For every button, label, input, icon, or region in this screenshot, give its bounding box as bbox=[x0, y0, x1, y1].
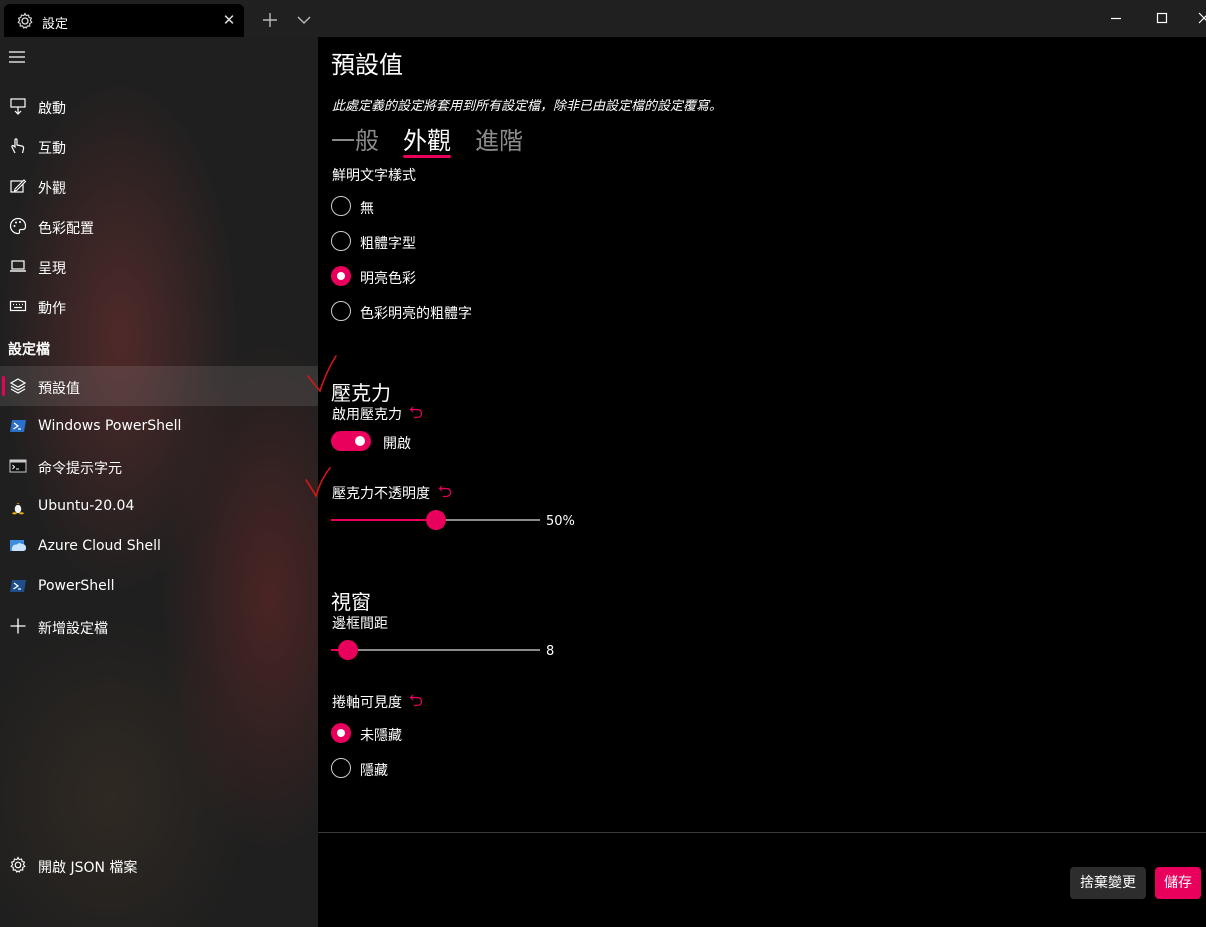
sidebar-item-appearance[interactable]: 外觀 bbox=[0, 166, 318, 206]
padding-value: 8 bbox=[546, 644, 555, 659]
tab-advanced[interactable]: 進階 bbox=[475, 121, 523, 156]
reset-icon[interactable] bbox=[409, 693, 423, 707]
tab-title: 設定 bbox=[42, 17, 69, 32]
hamburger-menu-icon[interactable] bbox=[8, 49, 28, 65]
radio-intense-bright[interactable] bbox=[331, 266, 351, 286]
open-json-file-button[interactable]: 開啟 JSON 檔案 bbox=[0, 845, 318, 885]
page-description: 此處定義的設定將套用到所有設定檔，除非已由設定檔的設定覆寫。 bbox=[332, 99, 723, 114]
sidebar-item-label: 啟動 bbox=[38, 101, 66, 117]
sidebar-item-label: 外觀 bbox=[38, 181, 66, 197]
sidebar-item-azure-cloud-shell[interactable]: Azure Cloud Shell bbox=[0, 526, 318, 566]
gear-icon bbox=[17, 12, 33, 29]
sidebar-item-label: 新增設定檔 bbox=[38, 621, 108, 637]
sidebar-item-interaction[interactable]: 互動 bbox=[0, 126, 318, 166]
startup-icon bbox=[10, 98, 26, 115]
sidebar: 啟動 互動 外觀 色彩配置 呈現 動作 設定檔 預設值 Windows Powe… bbox=[0, 37, 318, 927]
powershell-core-icon bbox=[10, 580, 26, 592]
layers-icon bbox=[9, 378, 27, 394]
radio-scrollbar-visible[interactable] bbox=[331, 723, 351, 743]
sidebar-item-label: PowerShell bbox=[38, 578, 115, 594]
padding-label: 邊框間距 bbox=[332, 616, 388, 632]
radio-label: 色彩明亮的粗體字 bbox=[360, 306, 472, 322]
profiles-header: 設定檔 bbox=[8, 342, 50, 358]
new-tab-plus-icon[interactable] bbox=[258, 8, 282, 32]
sidebar-item-color-schemes[interactable]: 色彩配置 bbox=[0, 206, 318, 246]
sidebar-item-actions[interactable]: 動作 bbox=[0, 286, 318, 326]
radio-label: 隱藏 bbox=[360, 763, 388, 779]
acrylic-opacity-label: 壓克力不透明度 bbox=[332, 486, 430, 502]
rendering-icon bbox=[10, 260, 26, 272]
sidebar-item-defaults[interactable]: 預設值 bbox=[0, 366, 318, 406]
page-title: 預設值 bbox=[331, 51, 403, 79]
reset-icon[interactable] bbox=[409, 405, 423, 419]
open-json-label: 開啟 JSON 檔案 bbox=[38, 860, 138, 876]
keyboard-icon bbox=[9, 300, 27, 312]
acrylic-toggle[interactable] bbox=[331, 431, 371, 451]
enable-acrylic-label: 啟用壓克力 bbox=[332, 407, 402, 423]
palette-icon bbox=[9, 217, 27, 235]
radio-intense-bold-bright[interactable] bbox=[331, 301, 351, 321]
acrylic-opacity-value: 50% bbox=[546, 514, 575, 529]
radio-scrollbar-hidden[interactable] bbox=[331, 758, 351, 778]
radio-label: 未隱藏 bbox=[360, 728, 402, 744]
sidebar-item-startup[interactable]: 啟動 bbox=[0, 86, 318, 126]
sidebar-item-label: 互動 bbox=[38, 141, 66, 157]
checkmark-annotation-icon bbox=[305, 467, 331, 499]
slider-thumb[interactable] bbox=[425, 510, 446, 530]
save-button[interactable]: 儲存 bbox=[1155, 867, 1201, 899]
sidebar-item-label: 色彩配置 bbox=[38, 221, 94, 237]
slider-track bbox=[331, 649, 540, 651]
reset-icon[interactable] bbox=[438, 484, 452, 498]
interaction-icon bbox=[11, 138, 25, 154]
minimize-icon[interactable] bbox=[1104, 6, 1128, 30]
sidebar-item-label: Ubuntu-20.04 bbox=[38, 498, 135, 514]
sidebar-item-ubuntu[interactable]: Ubuntu-20.04 bbox=[0, 486, 318, 526]
cmd-icon bbox=[9, 459, 27, 473]
sidebar-item-label: Azure Cloud Shell bbox=[38, 538, 161, 554]
sidebar-item-powershell[interactable]: PowerShell bbox=[0, 566, 318, 606]
checkmark-annotation-icon bbox=[307, 355, 337, 393]
slider-thumb[interactable] bbox=[337, 640, 358, 660]
chevron-down-icon[interactable] bbox=[294, 10, 314, 30]
radio-label: 粗體字型 bbox=[360, 236, 416, 252]
intense-text-style-label: 鮮明文字樣式 bbox=[332, 168, 416, 184]
appearance-icon bbox=[10, 179, 27, 193]
sidebar-item-label: 命令提示字元 bbox=[38, 461, 122, 477]
maximize-icon[interactable] bbox=[1150, 6, 1174, 30]
radio-label: 無 bbox=[360, 201, 374, 217]
window-section-title: 視窗 bbox=[331, 590, 371, 614]
gear-icon bbox=[10, 856, 26, 873]
sidebar-item-label: 預設值 bbox=[38, 381, 80, 397]
sidebar-item-label: Windows PowerShell bbox=[38, 418, 182, 434]
close-window-icon[interactable] bbox=[1192, 6, 1206, 30]
sidebar-item-label: 動作 bbox=[38, 301, 66, 317]
radio-label: 明亮色彩 bbox=[360, 271, 416, 287]
settings-content: 預設值 此處定義的設定將套用到所有設定檔，除非已由設定檔的設定覆寫。 一般 外觀… bbox=[318, 37, 1206, 927]
sidebar-item-rendering[interactable]: 呈現 bbox=[0, 246, 318, 286]
discard-changes-button[interactable]: 捨棄變更 bbox=[1070, 867, 1146, 899]
tab-general[interactable]: 一般 bbox=[331, 121, 379, 156]
radio-intense-none[interactable] bbox=[331, 196, 351, 216]
azure-icon bbox=[10, 540, 26, 551]
sidebar-item-windows-powershell[interactable]: Windows PowerShell bbox=[0, 406, 318, 446]
tab-appearance[interactable]: 外觀 bbox=[403, 121, 451, 156]
slider-fill bbox=[331, 519, 436, 521]
sidebar-item-add-profile[interactable]: 新增設定檔 bbox=[0, 606, 318, 646]
title-bar: 設定 ✕ bbox=[0, 0, 1206, 37]
footer-divider bbox=[318, 832, 1206, 833]
linux-icon bbox=[12, 499, 24, 515]
plus-icon bbox=[10, 618, 26, 634]
sidebar-item-command-prompt[interactable]: 命令提示字元 bbox=[0, 446, 318, 486]
acrylic-toggle-state: 開啟 bbox=[383, 436, 411, 452]
scrollbar-visibility-label: 捲軸可見度 bbox=[332, 695, 402, 711]
close-tab-icon[interactable]: ✕ bbox=[219, 10, 239, 30]
radio-intense-bold[interactable] bbox=[331, 231, 351, 251]
sidebar-item-label: 呈現 bbox=[38, 261, 66, 277]
settings-tab[interactable]: 設定 ✕ bbox=[4, 4, 244, 37]
active-tab-indicator bbox=[403, 155, 451, 158]
powershell-icon bbox=[10, 420, 26, 432]
